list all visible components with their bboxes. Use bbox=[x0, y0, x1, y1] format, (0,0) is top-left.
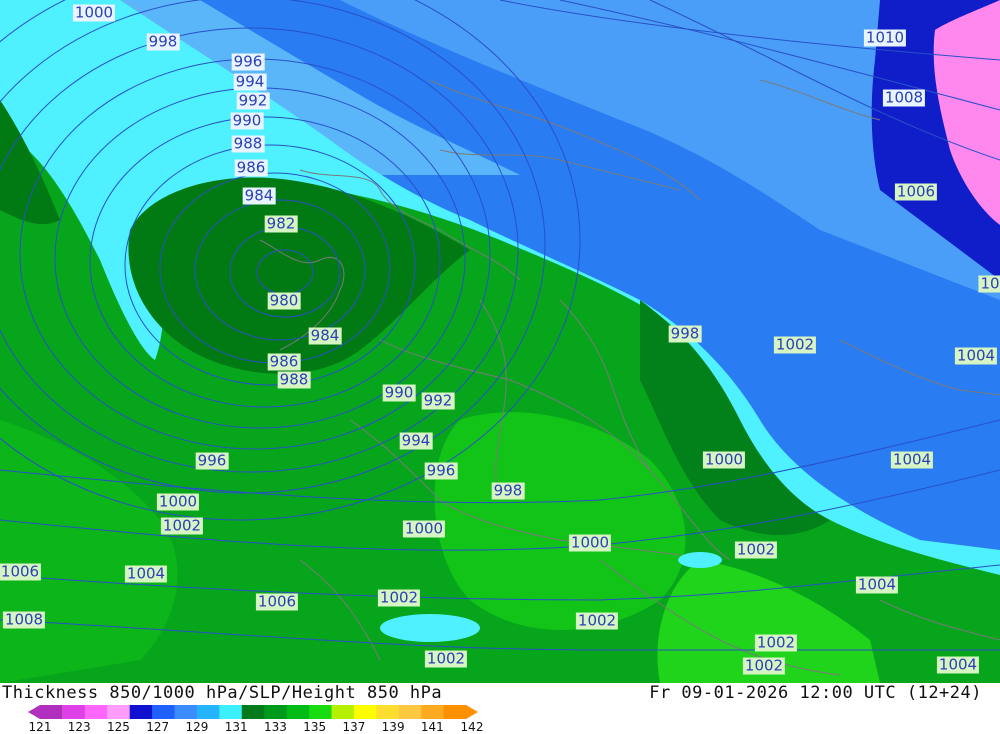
isobar-label: 996 bbox=[231, 52, 265, 71]
colorbar-segment bbox=[62, 705, 86, 719]
colorbar-tick-label: 129 bbox=[185, 720, 209, 734]
colorbar-segment bbox=[286, 705, 310, 719]
colorbar-segment bbox=[219, 705, 243, 719]
isobar-label: 996 bbox=[424, 461, 458, 480]
isobar-label: 1002 bbox=[773, 335, 817, 354]
isobar-label: 1000 bbox=[72, 3, 116, 22]
isobar-label: 1002 bbox=[377, 588, 421, 607]
isobar-label: 1002 bbox=[742, 656, 786, 675]
isobar-label: 992 bbox=[421, 391, 455, 410]
isobar-label: 1010 bbox=[863, 28, 907, 47]
colorbar-segment bbox=[174, 705, 198, 719]
colorbar-segment bbox=[84, 705, 108, 719]
colorbar-segment bbox=[264, 705, 288, 719]
isobar-label: 1006 bbox=[0, 562, 42, 581]
colorbar-segment bbox=[376, 705, 400, 719]
colorbar-tick-label: 139 bbox=[381, 720, 405, 734]
colorbar-tick-label: 135 bbox=[303, 720, 327, 734]
isobar-label: 980 bbox=[267, 291, 301, 310]
cyan-patch-small bbox=[678, 552, 722, 568]
isobar-label: 986 bbox=[267, 352, 301, 371]
colorbar-segment bbox=[129, 705, 153, 719]
colorbar-segment bbox=[107, 705, 131, 719]
isobar-label: 1002 bbox=[160, 516, 204, 535]
colorbar-tick-label: 142 bbox=[460, 720, 484, 734]
isobar-label: 990 bbox=[230, 111, 264, 130]
isobar-label: 988 bbox=[231, 134, 265, 153]
map-footer: Thickness 850/1000 hPa/SLP/Height 850 hP… bbox=[0, 683, 1000, 734]
isobar-label: 984 bbox=[242, 186, 276, 205]
map-title: Thickness 850/1000 hPa/SLP/Height 850 hP… bbox=[2, 683, 443, 703]
isobar-label: 994 bbox=[233, 72, 267, 91]
colorbar-segment bbox=[196, 705, 220, 719]
isobar-label: 1004 bbox=[936, 655, 980, 674]
colorbar-segment bbox=[398, 705, 422, 719]
isobar-label: 998 bbox=[491, 481, 525, 500]
colorbar-tick-label: 127 bbox=[146, 720, 170, 734]
colorbar-tick-label: 121 bbox=[28, 720, 52, 734]
isobar-label: 10 bbox=[978, 274, 1000, 293]
colorbar-segment bbox=[241, 705, 265, 719]
colorbar-tick-label: 125 bbox=[107, 720, 130, 734]
cyan-patch-lake bbox=[380, 614, 480, 642]
colorbar-tick-label: 133 bbox=[263, 720, 287, 734]
isobar-label: 1002 bbox=[424, 649, 468, 668]
isobar-label: 1002 bbox=[734, 540, 778, 559]
isobar-label: 1004 bbox=[855, 575, 899, 594]
colorbar-tick-label: 141 bbox=[420, 720, 444, 734]
isobar-label: 992 bbox=[236, 91, 270, 110]
isobar-label: 1004 bbox=[124, 564, 168, 583]
valid-time: Fr 09-01-2026 12:00 UTC (12+24) bbox=[649, 683, 982, 703]
colorbar-segment bbox=[331, 705, 355, 719]
isobar-label: 1004 bbox=[890, 450, 934, 469]
colorbar-tick-label: 137 bbox=[342, 720, 366, 734]
isobar-label: 1002 bbox=[575, 611, 619, 630]
isobar-label: 1006 bbox=[894, 182, 938, 201]
isobar-label: 1006 bbox=[255, 592, 299, 611]
isobar-label: 1000 bbox=[568, 533, 612, 552]
isobar-label: 1008 bbox=[2, 610, 46, 629]
isobar-label: 1000 bbox=[702, 450, 746, 469]
colorbar-tick-label: 123 bbox=[67, 720, 91, 734]
isobar-label: 982 bbox=[264, 214, 298, 233]
isobar-label: 984 bbox=[308, 326, 342, 345]
colorbar-segment bbox=[28, 705, 63, 719]
colorbar-segment bbox=[421, 705, 445, 719]
isobar-label: 1004 bbox=[954, 346, 998, 365]
colorbar-tick-label: 131 bbox=[224, 720, 248, 734]
colorbar-segment bbox=[443, 705, 478, 719]
isobar-label: 988 bbox=[277, 370, 311, 389]
colorbar-segment bbox=[309, 705, 332, 719]
isobar-label: 1002 bbox=[754, 633, 798, 652]
isobar-label: 1000 bbox=[156, 492, 200, 511]
isobar-label: 1008 bbox=[882, 88, 926, 107]
colorbar bbox=[28, 705, 478, 719]
isobar-label: 998 bbox=[146, 32, 180, 51]
colorbar-segment bbox=[152, 705, 176, 719]
weather-map: 1000 998 996 994 992 990 988 986 984 982… bbox=[0, 0, 1000, 683]
isobar-label: 1000 bbox=[402, 519, 446, 538]
isobar-label: 996 bbox=[195, 451, 229, 470]
isobar-label: 986 bbox=[234, 158, 268, 177]
isobar-label: 990 bbox=[382, 383, 416, 402]
isobar-label: 998 bbox=[668, 324, 702, 343]
isobar-label: 994 bbox=[399, 431, 433, 450]
colorbar-segment bbox=[353, 705, 377, 719]
